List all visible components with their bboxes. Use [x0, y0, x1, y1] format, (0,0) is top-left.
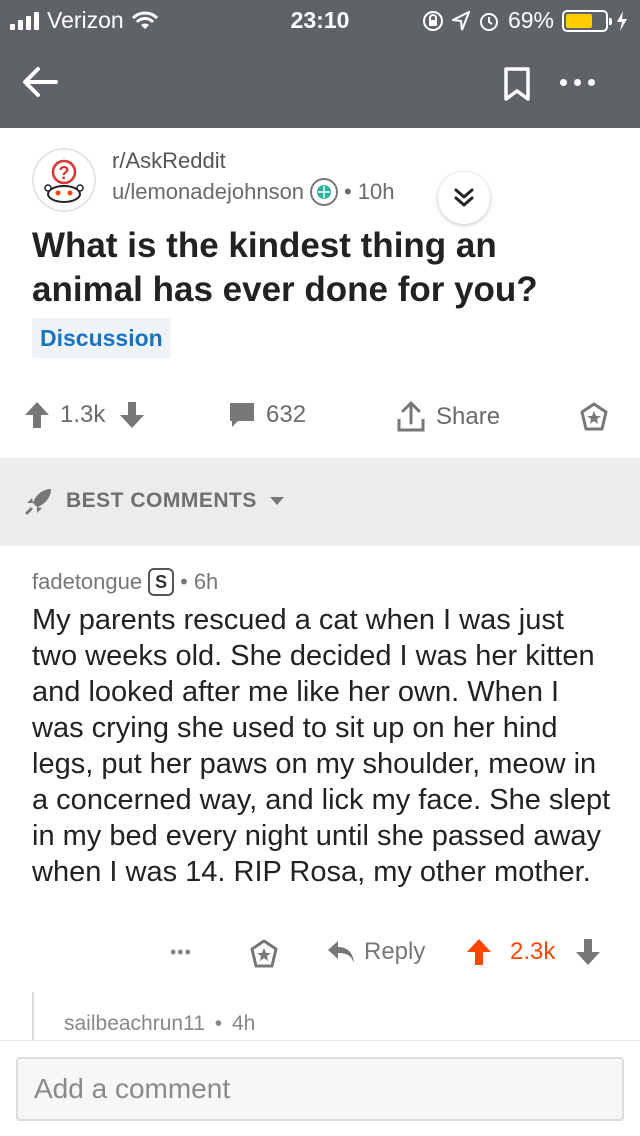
- award-icon: [580, 402, 608, 431]
- charging-icon: [617, 10, 627, 31]
- subreddit-name[interactable]: r/AskReddit: [112, 148, 226, 174]
- post-flair[interactable]: Discussion: [32, 318, 171, 358]
- status-bar: Verizon 23:10 69%: [0, 0, 640, 40]
- comment-age: 6h: [193, 569, 219, 594]
- meta-separator: •: [214, 1012, 223, 1035]
- post-action-bar: 1.3k 632 Share: [0, 393, 640, 443]
- downvote-icon[interactable]: [575, 938, 601, 966]
- reply-icon: [328, 941, 354, 963]
- comment-more-button[interactable]: •••: [170, 942, 192, 963]
- post-score: 1.3k: [60, 401, 106, 428]
- reply-label: Reply: [364, 938, 426, 965]
- rocket-icon: [25, 489, 51, 515]
- comment-meta: fadetongue S • 6h: [32, 568, 218, 596]
- back-arrow-icon[interactable]: [20, 62, 60, 102]
- subreddit-avatar[interactable]: ?: [32, 148, 96, 212]
- post-age: 10h: [357, 179, 395, 204]
- comment-bubble-icon: [230, 403, 254, 427]
- svg-text:?: ?: [59, 163, 70, 183]
- more-dots-icon[interactable]: [560, 70, 604, 94]
- upvote-icon[interactable]: [466, 938, 492, 966]
- top-bar: Verizon 23:10 69%: [0, 0, 640, 128]
- comment-score: 2.3k: [510, 938, 556, 965]
- user-flair-icon: [310, 178, 339, 206]
- battery-percent: 69%: [507, 7, 554, 33]
- sort-label: BEST COMMENTS: [66, 489, 257, 512]
- bookmark-icon[interactable]: [502, 66, 532, 102]
- comment-sort-bar: BEST COMMENTS: [0, 458, 640, 546]
- meta-separator: •: [344, 179, 352, 204]
- thread-line: [32, 992, 34, 1040]
- share-icon: [397, 401, 425, 432]
- double-chevron-down-icon: [454, 188, 474, 207]
- location-icon: [451, 10, 470, 30]
- meta-separator: •: [180, 569, 188, 594]
- comment: fadetongue S • 6h My parents rescued a c…: [0, 546, 640, 1040]
- comment-award-button[interactable]: [248, 938, 280, 970]
- comment-count: 632: [266, 401, 307, 428]
- battery-icon: [562, 9, 612, 32]
- upvote-icon[interactable]: [24, 401, 50, 429]
- reply-preview-meta[interactable]: sailbeachrun11 • 4h: [64, 1012, 255, 1036]
- share-button[interactable]: Share: [396, 401, 500, 433]
- post-title[interactable]: What is the kindest thing an animal has …: [32, 224, 602, 312]
- post-author[interactable]: u/lemonadejohnson: [112, 179, 304, 205]
- alarm-icon: [479, 12, 498, 31]
- reply-button[interactable]: Reply: [326, 938, 425, 966]
- reply-author: sailbeachrun11: [64, 1012, 205, 1035]
- rotation-lock-icon: [422, 10, 443, 31]
- comment-body: My parents rescued a cat when I was just…: [32, 604, 611, 888]
- award-icon: [250, 939, 278, 968]
- vote-group: 1.3k: [24, 401, 145, 429]
- post-meta: u/lemonadejohnson • 10h: [112, 178, 394, 206]
- post-header: ? r/AskReddit u/lemonadejohnson • 10h Wh…: [0, 128, 640, 458]
- sort-selector[interactable]: BEST COMMENTS: [24, 486, 285, 516]
- comment-vote-group: 2.3k: [466, 938, 601, 966]
- award-button[interactable]: [578, 401, 610, 433]
- caret-down-icon: [269, 497, 284, 505]
- collapse-button[interactable]: [438, 172, 490, 224]
- comments-button[interactable]: 632: [228, 401, 306, 429]
- share-label: Share: [436, 403, 501, 430]
- add-comment-input[interactable]: [16, 1057, 624, 1121]
- reply-age: 4h: [231, 1012, 256, 1035]
- navigation-row: [0, 48, 640, 118]
- comment-author[interactable]: fadetongue: [32, 569, 142, 595]
- comment-action-bar: ••• Reply 2.3k: [0, 938, 640, 978]
- comment-composer: [0, 1040, 640, 1136]
- user-flair-s-icon: S: [148, 568, 175, 596]
- downvote-icon[interactable]: [119, 401, 145, 429]
